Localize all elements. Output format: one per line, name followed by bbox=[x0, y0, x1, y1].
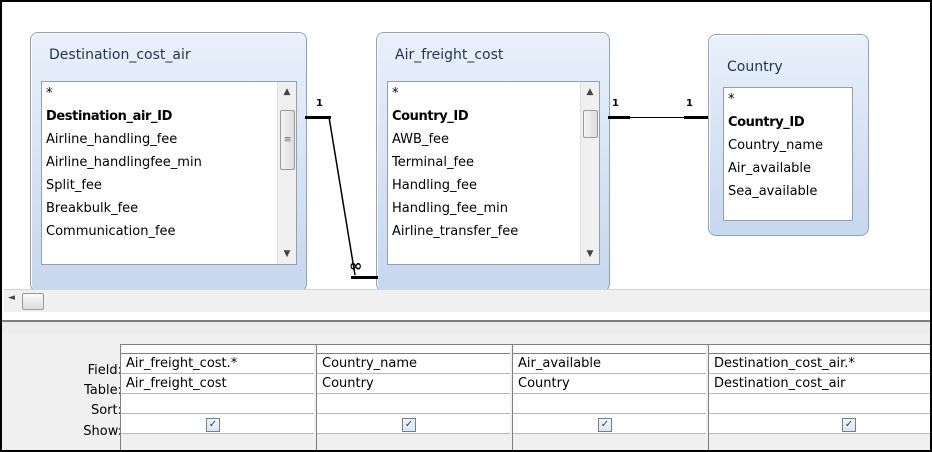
query-grid[interactable]: Air_freight_cost.* Air_freight_cost ✓ Co… bbox=[120, 344, 930, 450]
table-air-freight-cost[interactable]: Air_freight_cost * Country_ID AWB_fee Te… bbox=[376, 32, 610, 292]
show-checkbox[interactable]: ✓ bbox=[598, 418, 612, 432]
row-label-table: Table: bbox=[84, 383, 122, 398]
scroll-thumb[interactable] bbox=[583, 110, 598, 138]
scroll-up-icon[interactable]: ▲ bbox=[581, 84, 599, 100]
cardinality-one-label: 1 bbox=[686, 98, 693, 109]
field-item[interactable]: Terminal_fee bbox=[388, 151, 599, 174]
scroll-thumb[interactable]: ≡ bbox=[280, 110, 295, 170]
field-item-primary-key[interactable]: Destination_air_ID bbox=[42, 105, 296, 128]
table-cell[interactable]: Air_freight_cost bbox=[121, 374, 314, 394]
cardinality-many-label: ∞ bbox=[349, 256, 363, 275]
grid-column[interactable]: Country_name Country ✓ bbox=[316, 345, 512, 450]
cardinality-one-label: 1 bbox=[612, 98, 619, 109]
sort-cell[interactable] bbox=[709, 394, 930, 414]
show-checkbox[interactable]: ✓ bbox=[842, 418, 856, 432]
field-item[interactable]: Airline_handling_fee bbox=[42, 128, 296, 151]
table-title[interactable]: Air_freight_cost bbox=[395, 47, 503, 63]
field-cell[interactable]: Air_available bbox=[513, 354, 706, 374]
scroll-down-icon[interactable]: ▼ bbox=[278, 246, 296, 262]
field-list[interactable]: * Country_ID AWB_fee Terminal_fee Handli… bbox=[387, 81, 600, 265]
field-list[interactable]: * Destination_air_ID Airline_handling_fe… bbox=[41, 81, 297, 265]
field-item[interactable]: * bbox=[388, 82, 599, 105]
show-checkbox[interactable]: ✓ bbox=[402, 418, 416, 432]
table-country[interactable]: Country * Country_ID Country_name Air_av… bbox=[708, 34, 869, 236]
table-title[interactable]: Country bbox=[727, 59, 783, 75]
relationship-line[interactable] bbox=[630, 117, 684, 118]
scroll-thumb[interactable] bbox=[22, 293, 44, 310]
horizontal-scrollbar[interactable]: ◄ bbox=[4, 289, 930, 312]
grid-column[interactable]: Air_available Country ✓ bbox=[512, 345, 708, 450]
sort-cell[interactable] bbox=[513, 394, 706, 414]
show-cell[interactable] bbox=[709, 414, 930, 434]
table-destination-cost-air[interactable]: Destination_cost_air * Destination_air_I… bbox=[30, 32, 307, 292]
cardinality-one-label: 1 bbox=[316, 98, 323, 109]
field-item[interactable]: Airline_handlingfee_min bbox=[42, 151, 296, 174]
grid-column[interactable]: Destination_cost_air.* Destination_cost_… bbox=[708, 345, 930, 450]
field-list-scrollbar[interactable]: ▲ ▼ bbox=[580, 82, 599, 264]
row-label-sort: Sort: bbox=[90, 403, 122, 418]
field-item[interactable]: AWB_fee bbox=[388, 128, 599, 151]
sort-cell[interactable] bbox=[317, 394, 510, 414]
field-cell[interactable]: Air_freight_cost.* bbox=[121, 354, 314, 374]
scroll-up-icon[interactable]: ▲ bbox=[278, 84, 296, 100]
field-item[interactable]: Handling_fee_min bbox=[388, 197, 599, 220]
field-list[interactable]: * Country_ID Country_name Air_available … bbox=[723, 87, 853, 221]
scroll-down-icon[interactable]: ▼ bbox=[581, 246, 599, 262]
field-item[interactable]: Airline_transfer_fee bbox=[388, 220, 599, 243]
query-design-window: Destination_cost_air * Destination_air_I… bbox=[0, 0, 932, 452]
table-title[interactable]: Destination_cost_air bbox=[49, 47, 191, 63]
field-item[interactable]: Communication_fee bbox=[42, 220, 296, 243]
field-cell[interactable]: Country_name bbox=[317, 354, 510, 374]
field-item[interactable]: Sea_available bbox=[724, 180, 852, 203]
field-cell[interactable]: Destination_cost_air.* bbox=[709, 354, 930, 374]
field-item[interactable]: Country_name bbox=[724, 134, 852, 157]
row-label-show: Show: bbox=[83, 424, 122, 439]
field-list-scrollbar[interactable]: ▲ ≡ ▼ bbox=[277, 82, 296, 264]
grip-icon: ≡ bbox=[283, 135, 292, 145]
relationship-diagonal bbox=[328, 116, 356, 276]
field-item[interactable]: Breakbulk_fee bbox=[42, 197, 296, 220]
field-item-primary-key[interactable]: Country_ID bbox=[724, 111, 852, 134]
table-cell[interactable]: Country bbox=[317, 374, 510, 394]
scroll-left-icon[interactable]: ◄ bbox=[8, 293, 15, 303]
column-selector[interactable] bbox=[709, 345, 930, 354]
field-item[interactable]: Handling_fee bbox=[388, 174, 599, 197]
relationship-line[interactable] bbox=[684, 116, 708, 119]
query-design-grid-pane[interactable]: Field: Table: Sort: Show: Air_freight_co… bbox=[2, 333, 930, 450]
column-selector[interactable] bbox=[121, 345, 314, 354]
column-selector[interactable] bbox=[317, 345, 510, 354]
field-item[interactable]: * bbox=[724, 88, 852, 111]
field-item[interactable]: Split_fee bbox=[42, 174, 296, 197]
table-cell[interactable]: Destination_cost_air bbox=[709, 374, 930, 394]
row-label-field: Field: bbox=[87, 363, 122, 378]
field-item[interactable]: Air_available bbox=[724, 157, 852, 180]
relationship-line[interactable] bbox=[608, 116, 630, 119]
relationship-line[interactable] bbox=[351, 276, 378, 279]
field-item[interactable]: * bbox=[42, 82, 296, 105]
field-item-primary-key[interactable]: Country_ID bbox=[388, 105, 599, 128]
show-checkbox[interactable]: ✓ bbox=[206, 418, 220, 432]
grid-column[interactable]: Air_freight_cost.* Air_freight_cost ✓ bbox=[120, 345, 316, 450]
table-design-area[interactable]: Destination_cost_air * Destination_air_I… bbox=[2, 2, 930, 292]
table-cell[interactable]: Country bbox=[513, 374, 706, 394]
column-selector[interactable] bbox=[513, 345, 706, 354]
sort-cell[interactable] bbox=[121, 394, 314, 414]
